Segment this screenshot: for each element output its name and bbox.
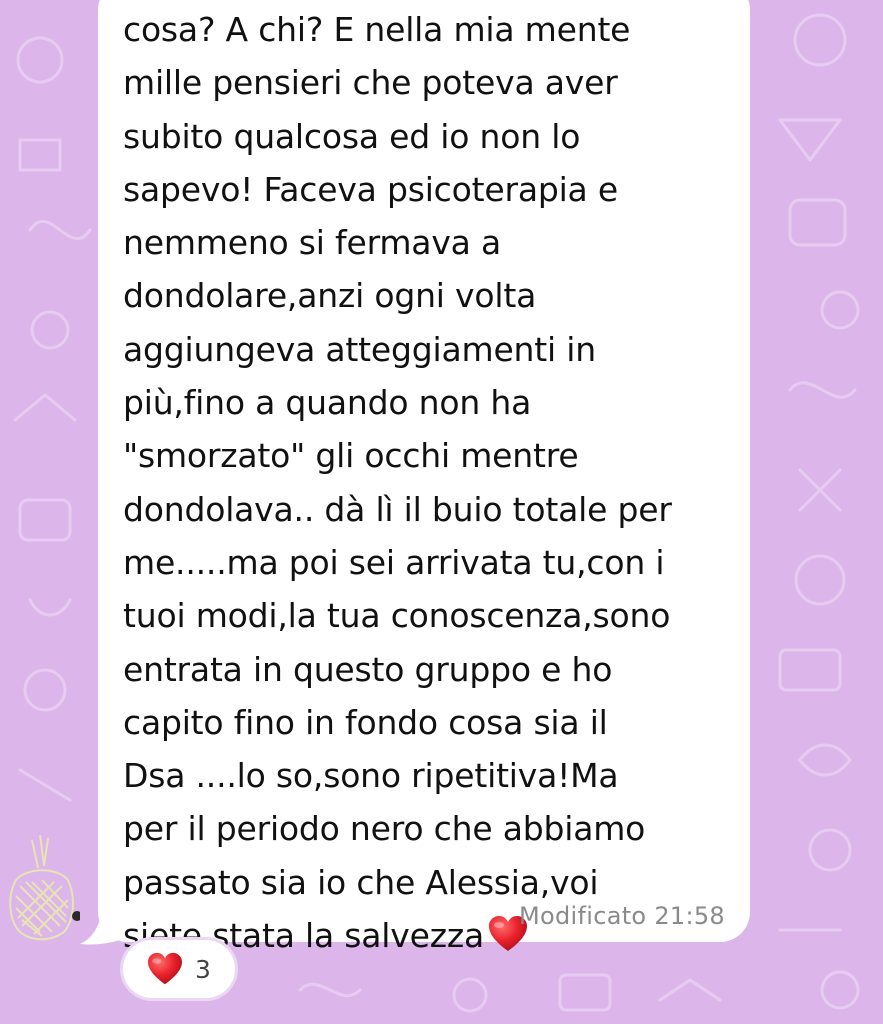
message-line: per il periodo nero che abbiamo bbox=[123, 809, 646, 849]
message-line: cosa? A chi? E nella mia mente bbox=[123, 10, 631, 49]
message-line: me.....ma poi sei arrivata tu,con i bbox=[123, 542, 665, 582]
message-line: nemmeno si fermava a bbox=[123, 223, 501, 263]
message-line: sapevo! Faceva psicoterapia e bbox=[123, 169, 618, 209]
red-heart-emoji-icon bbox=[148, 952, 183, 985]
message-line: tuoi modi,la tua conoscenza,sono bbox=[123, 596, 671, 636]
message-line: capito fino in fondo cosa sia il bbox=[123, 702, 608, 742]
message-line: dondolava.. dà lì il buio totale per bbox=[123, 489, 672, 529]
message-meta: Modificato 21:58 bbox=[519, 902, 725, 930]
message-time: 21:58 bbox=[654, 902, 725, 930]
message-line: subito qualcosa ed io non lo bbox=[123, 116, 581, 156]
message-text: cosa? A chi? E nella mia mente mille pen… bbox=[123, 3, 743, 962]
reaction-count: 3 bbox=[195, 954, 211, 984]
message-line: dondolare,anzi ogni volta bbox=[123, 276, 537, 316]
message-line: più,fino a quando non ha bbox=[123, 383, 532, 423]
reaction-pill[interactable]: 3 bbox=[123, 940, 235, 998]
message-line: entrata in questo gruppo e ho bbox=[123, 649, 613, 689]
message-line: Dsa ....lo so,sono ripetitiva!Ma bbox=[123, 756, 619, 796]
message-line: "smorzato" gli occhi mentre bbox=[123, 436, 579, 476]
message-line: mille pensieri che poteva aver bbox=[123, 63, 618, 103]
sender-avatar[interactable] bbox=[2, 830, 80, 945]
message-line: aggiungeva atteggiamenti in bbox=[123, 329, 596, 369]
edited-label: Modificato bbox=[518, 902, 647, 930]
